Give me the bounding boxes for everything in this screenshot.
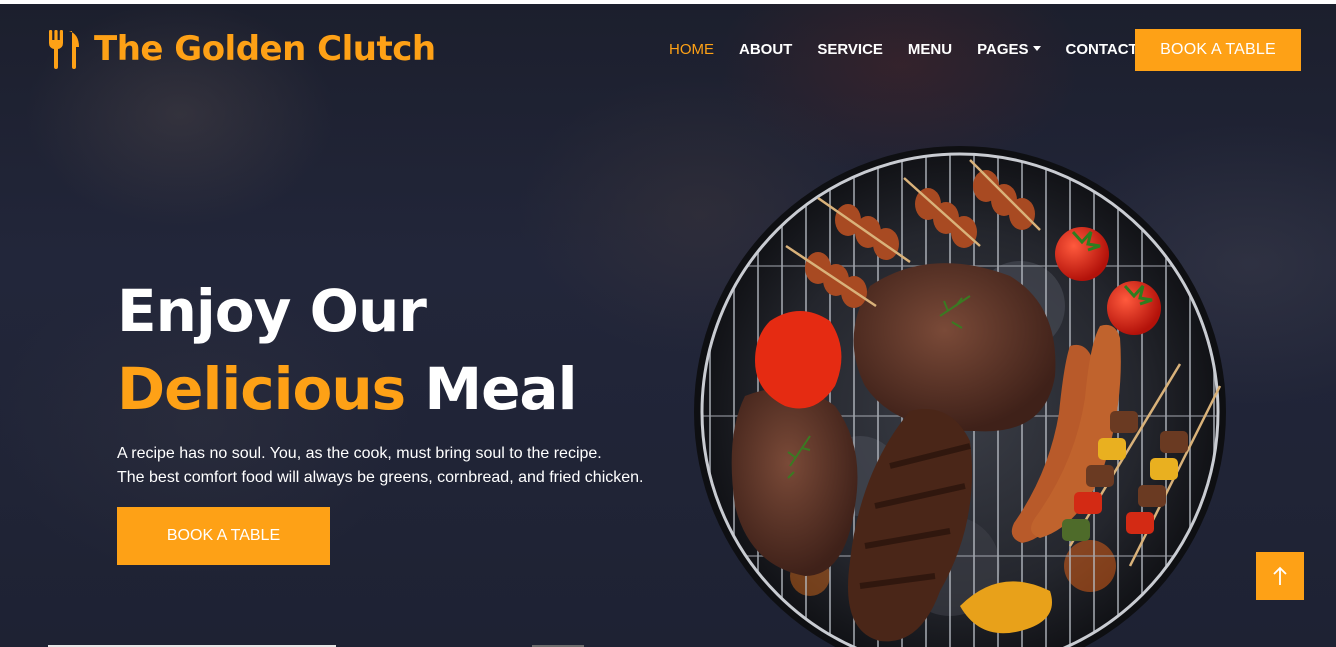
nav-pages-label: PAGES	[977, 41, 1029, 58]
nav-pages-dropdown[interactable]: PAGES	[977, 41, 1041, 58]
hero-description: A recipe has no soul. You, as the cook, …	[117, 442, 644, 490]
brand-logo[interactable]: The Golden Clutch	[46, 28, 436, 70]
hero-section: The Golden Clutch HOME ABOUT SERVICE MEN…	[0, 4, 1336, 647]
hero-title-accent: Delicious	[117, 355, 406, 423]
caret-down-icon	[1032, 46, 1041, 51]
hero-content: Enjoy Our Delicious Meal A recipe has no…	[117, 272, 644, 490]
arrow-up-icon	[1273, 566, 1287, 585]
brand-name: The Golden Clutch	[94, 29, 436, 69]
main-nav: HOME ABOUT SERVICE MENU PAGES CONTACT	[669, 41, 1163, 58]
hero-book-table-button[interactable]: BOOK A TABLE	[117, 507, 330, 565]
hero-title: Enjoy Our Delicious Meal	[117, 272, 644, 428]
nav-about[interactable]: ABOUT	[739, 41, 792, 58]
nav-menu[interactable]: MENU	[908, 41, 952, 58]
nav-contact[interactable]: CONTACT	[1066, 41, 1138, 58]
bbq-grill-image	[694, 146, 1226, 647]
utensils-icon	[49, 30, 79, 69]
hero-title-rest: Meal	[424, 355, 577, 423]
hero-text-line1: A recipe has no soul. You, as the cook, …	[117, 445, 602, 462]
nav-book-table-button[interactable]: BOOK A TABLE	[1135, 29, 1301, 71]
nav-home[interactable]: HOME	[669, 41, 714, 58]
hero-title-line1: Enjoy Our	[117, 277, 427, 345]
nav-service[interactable]: SERVICE	[817, 41, 883, 58]
navbar: The Golden Clutch HOME ABOUT SERVICE MEN…	[0, 4, 1336, 96]
back-to-top-button[interactable]	[1256, 552, 1304, 600]
hero-text-line2: The best comfort food will always be gre…	[117, 469, 644, 486]
